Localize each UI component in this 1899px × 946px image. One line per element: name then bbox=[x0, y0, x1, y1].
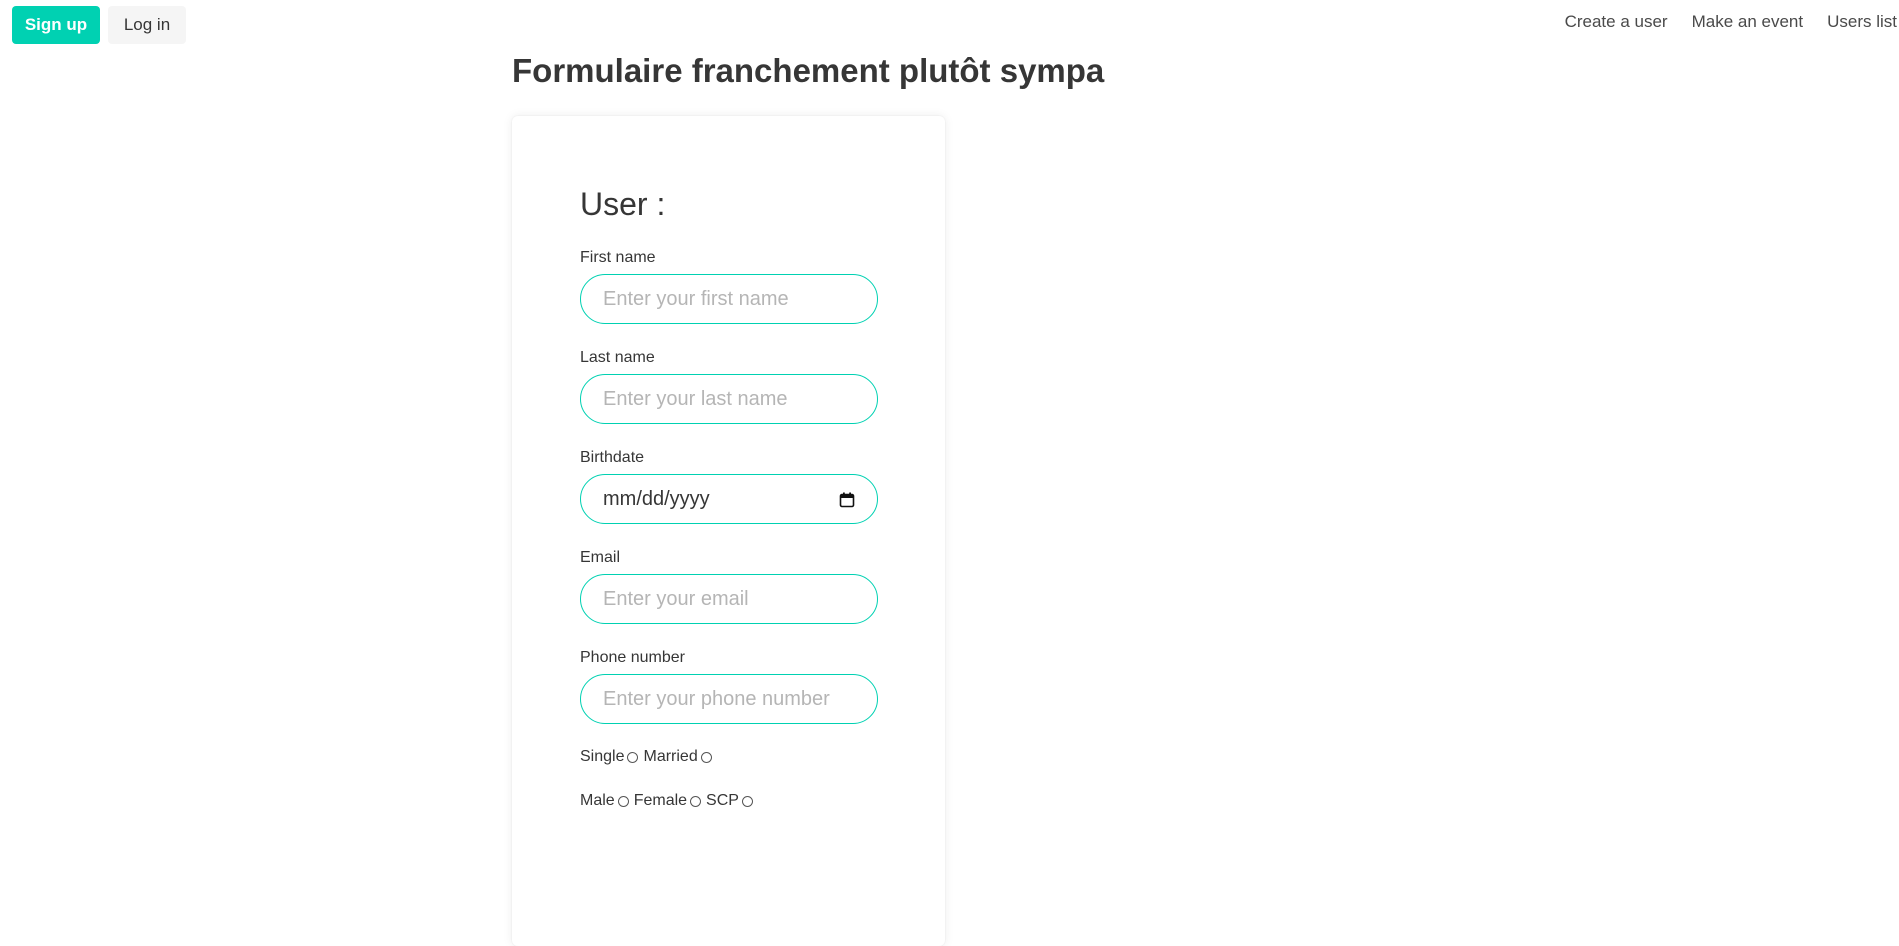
male-radio[interactable] bbox=[617, 795, 629, 807]
first-name-field: First name Enter your first name bbox=[580, 248, 880, 324]
user-form-card: User : First name Enter your first name … bbox=[512, 116, 945, 946]
email-input[interactable]: Enter your email bbox=[580, 574, 878, 624]
user-form: User : First name Enter your first name … bbox=[580, 184, 880, 836]
page-title: Formulaire franchement plutôt sympa bbox=[512, 52, 1105, 89]
scp-label: SCP bbox=[706, 792, 739, 809]
birthdate-placeholder: mm/dd/yyyy bbox=[603, 487, 710, 510]
login-button[interactable]: Log in bbox=[108, 6, 186, 44]
nav-link-users-list[interactable]: Users list bbox=[1827, 12, 1897, 32]
form-section-title: User : bbox=[580, 186, 666, 222]
last-name-field: Last name Enter your last name bbox=[580, 348, 880, 424]
phone-field: Phone number Enter your phone number bbox=[580, 648, 880, 724]
gender-group: Male Female SCP bbox=[580, 792, 880, 810]
married-radio[interactable] bbox=[700, 751, 712, 763]
email-placeholder: Enter your email bbox=[603, 587, 749, 610]
calendar-icon[interactable] bbox=[839, 491, 855, 508]
first-name-placeholder: Enter your first name bbox=[603, 287, 789, 310]
signup-button[interactable]: Sign up bbox=[12, 6, 100, 44]
last-name-placeholder: Enter your last name bbox=[603, 387, 788, 410]
female-label: Female bbox=[633, 792, 688, 809]
birthdate-label: Birthdate bbox=[580, 449, 645, 466]
single-radio[interactable] bbox=[627, 751, 639, 763]
email-label: Email bbox=[580, 549, 621, 566]
birthdate-field: Birthdate mm/dd/yyyy bbox=[580, 448, 880, 524]
first-name-label: First name bbox=[580, 249, 656, 266]
female-radio[interactable] bbox=[690, 795, 702, 807]
male-label: Male bbox=[580, 792, 615, 809]
marital-status-group: Single Married bbox=[580, 748, 880, 766]
top-navbar: Sign up Log in Create a user Make an eve… bbox=[0, 0, 1899, 46]
last-name-input[interactable]: Enter your last name bbox=[580, 374, 878, 424]
scp-radio[interactable] bbox=[741, 795, 753, 807]
nav-link-make-event[interactable]: Make an event bbox=[1692, 12, 1804, 32]
phone-input[interactable]: Enter your phone number bbox=[580, 674, 878, 724]
married-label: Married bbox=[643, 748, 698, 765]
phone-label: Phone number bbox=[580, 649, 685, 666]
first-name-input[interactable]: Enter your first name bbox=[580, 274, 878, 324]
email-field: Email Enter your email bbox=[580, 548, 880, 624]
phone-placeholder: Enter your phone number bbox=[603, 687, 830, 710]
single-label: Single bbox=[580, 748, 625, 765]
birthdate-input[interactable]: mm/dd/yyyy bbox=[580, 474, 878, 524]
nav-link-create-user[interactable]: Create a user bbox=[1565, 12, 1668, 32]
last-name-label: Last name bbox=[580, 349, 655, 366]
nav-links: Create a user Make an event Users list bbox=[1565, 12, 1897, 32]
